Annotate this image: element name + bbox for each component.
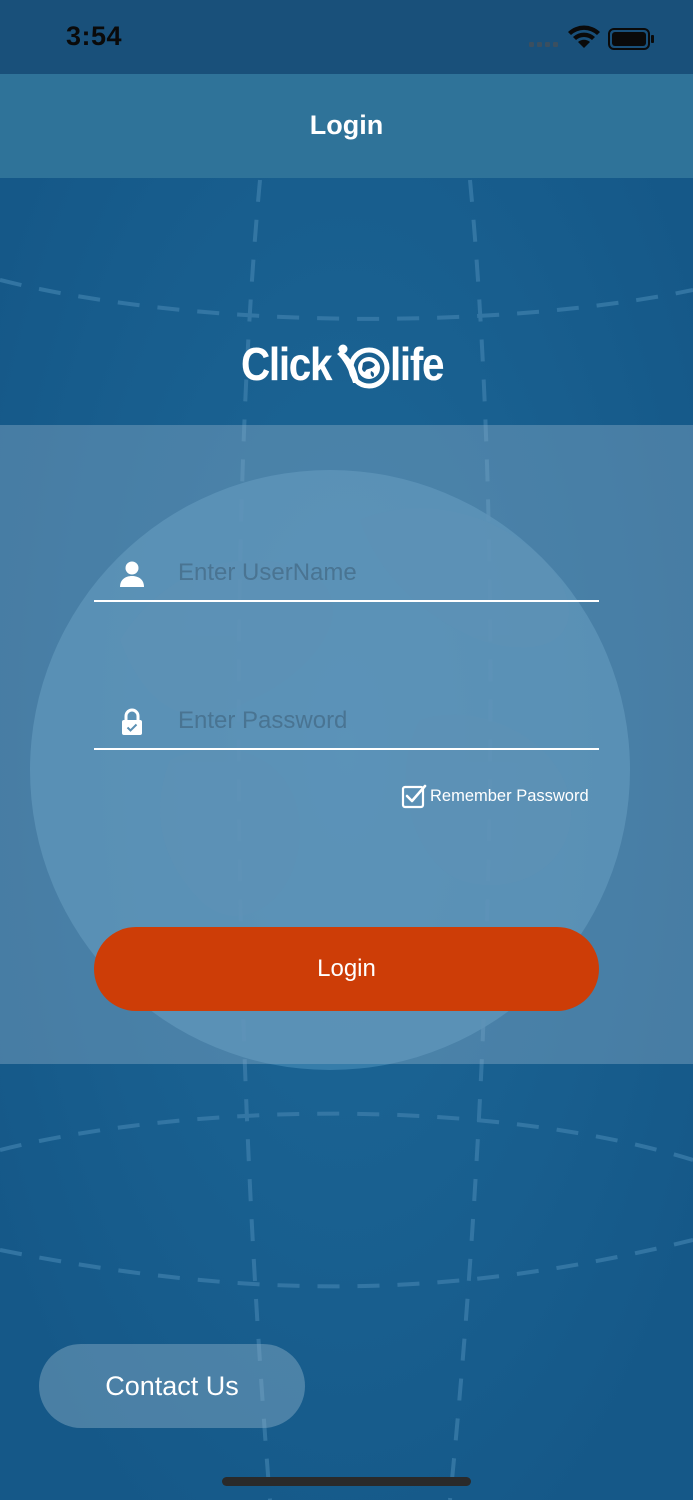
wifi-icon — [568, 25, 600, 48]
login-button[interactable]: Login — [94, 927, 599, 1011]
status-bar: 3:54 — [0, 0, 693, 74]
status-icons — [529, 25, 654, 50]
signal-icon — [529, 42, 558, 47]
username-field — [94, 540, 599, 602]
home-indicator — [222, 1477, 471, 1486]
checkbox-checked-icon[interactable] — [401, 783, 427, 809]
battery-icon — [608, 28, 654, 50]
password-input[interactable] — [178, 698, 588, 744]
remember-password-toggle[interactable]: Remember Password — [401, 783, 601, 811]
password-field — [94, 688, 599, 750]
logo-word-left: Click — [241, 338, 332, 390]
remember-password-label: Remember Password — [430, 787, 589, 805]
login-screen: 3:54 Login Click life Enter UserName Rem… — [0, 0, 693, 1500]
nav-bar: Login — [0, 74, 693, 178]
contact-us-button[interactable]: Contact Us — [39, 1344, 305, 1428]
globe-figure-icon — [337, 344, 390, 389]
lock-icon — [122, 708, 142, 735]
app-logo: Click life — [239, 338, 455, 390]
user-icon — [120, 561, 144, 587]
username-input[interactable] — [178, 550, 588, 596]
status-time: 3:54 — [66, 21, 123, 51]
page-title: Login — [309, 110, 384, 140]
logo-word-right: life — [390, 338, 445, 390]
